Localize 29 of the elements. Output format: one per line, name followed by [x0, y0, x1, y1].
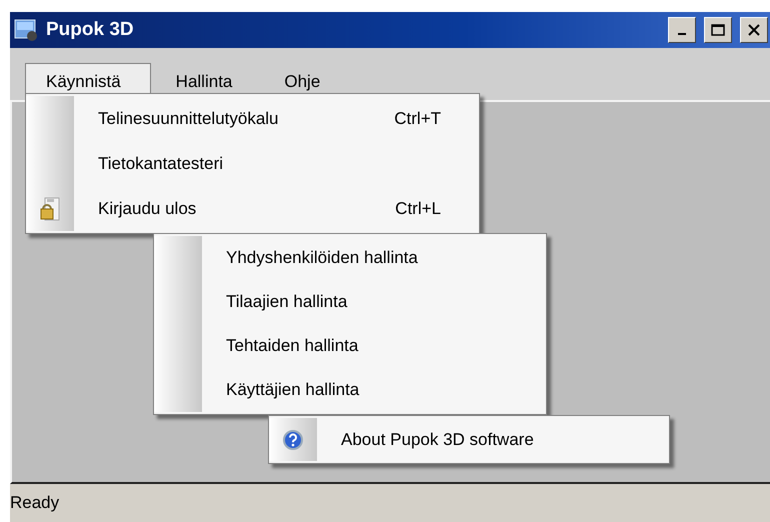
menu-item[interactable]: Telinesuunnittelutyökalu Ctrl+T: [26, 96, 479, 141]
menu-item-label: Käyttäjien hallinta: [225, 380, 360, 400]
app-icon: [14, 18, 40, 42]
menu-item-label: Tietokantatesteri: [97, 154, 224, 174]
menu-item-label: Kirjaudu ulos: [97, 198, 198, 218]
close-icon: [748, 24, 760, 36]
menu-item-label: About Pupok 3D software: [340, 430, 535, 450]
maximize-button[interactable]: [704, 17, 732, 43]
menu-item-label: Telinesuunnittelutyökalu: [97, 108, 280, 128]
window-title: Pupok 3D: [46, 19, 134, 41]
menu-item-label: Tilaajien hallinta: [225, 292, 348, 312]
menu-shortcut: Ctrl+T: [394, 108, 442, 128]
menu-item[interactable]: Käyttäjien hallinta: [154, 368, 546, 412]
help-icon: [282, 428, 304, 450]
minimize-icon: [678, 33, 686, 35]
status-text: Ready: [10, 493, 60, 513]
menu-item[interactable]: Kirjaudu ulos Ctrl+L: [26, 186, 479, 231]
menu-item[interactable]: Tietokantatesteri: [26, 141, 479, 186]
menu-item[interactable]: Tehtaiden hallinta: [154, 324, 546, 368]
menu-item[interactable]: Tilaajien hallinta: [154, 280, 546, 324]
menu-item-label: Yhdyshenkilöiden hallinta: [225, 248, 419, 268]
maximize-icon: [711, 24, 725, 36]
menu-item[interactable]: Yhdyshenkilöiden hallinta: [154, 236, 546, 280]
menu-item[interactable]: About Pupok 3D software: [269, 418, 669, 461]
menu-item-label: Tehtaiden hallinta: [225, 336, 360, 356]
menu-shortcut: Ctrl+L: [395, 198, 442, 218]
close-button[interactable]: [740, 17, 768, 43]
lock-document-icon: [40, 196, 60, 222]
minimize-button[interactable]: [668, 17, 696, 43]
